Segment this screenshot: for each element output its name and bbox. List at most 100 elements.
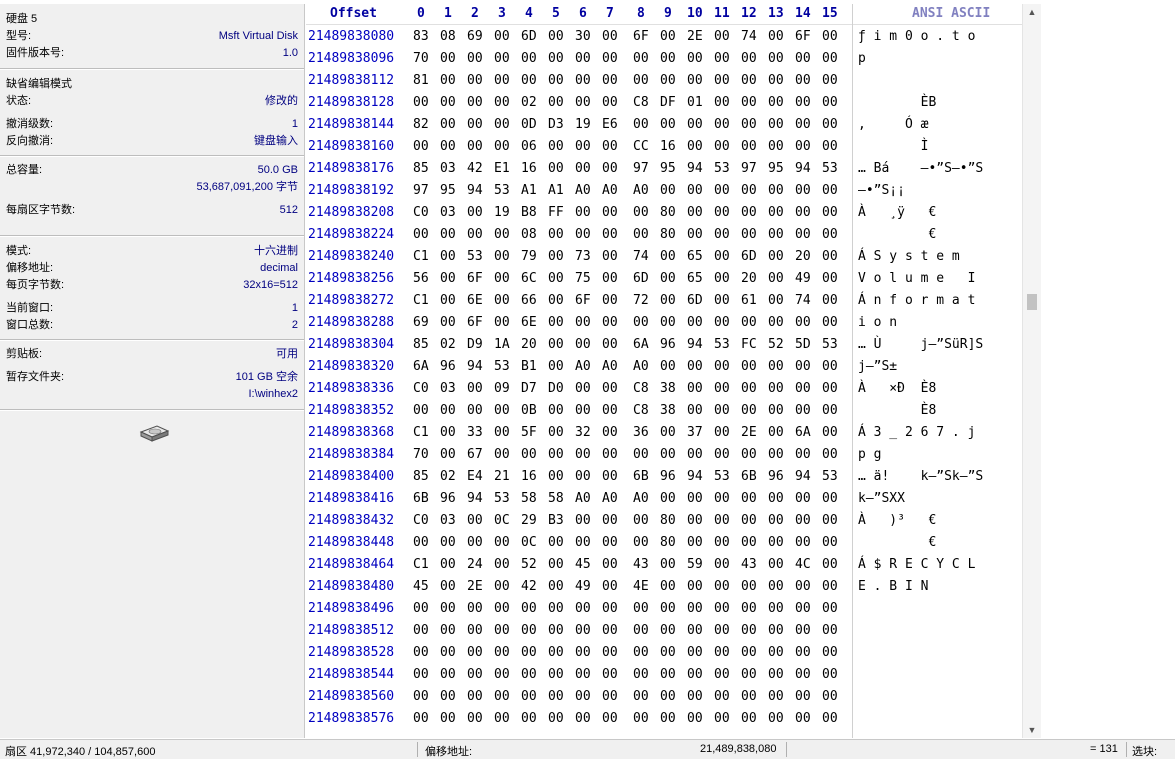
hex-byte[interactable]: 94: [687, 466, 703, 488]
hex-byte[interactable]: 00: [602, 26, 618, 48]
hex-byte[interactable]: 00: [548, 26, 564, 48]
hex-byte[interactable]: 2E: [687, 26, 703, 48]
hex-byte[interactable]: 00: [440, 576, 456, 598]
hex-byte[interactable]: 00: [714, 378, 730, 400]
hex-byte[interactable]: 00: [741, 180, 757, 202]
hex-byte[interactable]: E4: [467, 466, 483, 488]
hex-byte[interactable]: 00: [633, 686, 649, 708]
hex-byte[interactable]: 00: [633, 664, 649, 686]
hex-byte[interactable]: B3: [548, 510, 564, 532]
ascii-text[interactable]: Á n f o r m a t: [858, 290, 975, 312]
hex-byte[interactable]: 85: [413, 466, 429, 488]
hex-byte[interactable]: 6D: [687, 290, 703, 312]
hex-byte[interactable]: 00: [768, 422, 784, 444]
hex-byte[interactable]: 00: [602, 554, 618, 576]
hex-byte[interactable]: 00: [602, 576, 618, 598]
hex-byte[interactable]: 1A: [494, 334, 510, 356]
hex-byte[interactable]: 00: [467, 92, 483, 114]
ascii-text[interactable]: À ×Ð È8: [858, 378, 936, 400]
hex-byte[interactable]: 00: [602, 620, 618, 642]
hex-byte[interactable]: 00: [795, 642, 811, 664]
hex-byte[interactable]: E6: [602, 114, 618, 136]
hex-byte[interactable]: 03: [440, 510, 456, 532]
hex-byte[interactable]: 00: [494, 400, 510, 422]
hex-byte[interactable]: 00: [768, 400, 784, 422]
hex-byte[interactable]: 00: [795, 202, 811, 224]
hex-byte[interactable]: 56: [413, 268, 429, 290]
hex-byte[interactable]: 03: [440, 202, 456, 224]
hex-byte[interactable]: 65: [687, 268, 703, 290]
hex-byte[interactable]: 00: [494, 114, 510, 136]
hex-byte[interactable]: 00: [768, 290, 784, 312]
hex-byte[interactable]: 03: [440, 158, 456, 180]
hex-byte[interactable]: 00: [768, 620, 784, 642]
hex-byte[interactable]: 00: [467, 400, 483, 422]
hex-byte[interactable]: 00: [602, 510, 618, 532]
hex-byte[interactable]: 00: [440, 224, 456, 246]
hex-byte[interactable]: 38: [660, 378, 676, 400]
ascii-text[interactable]: k–”SXX: [858, 488, 905, 510]
hex-byte[interactable]: 21: [494, 466, 510, 488]
hex-byte[interactable]: 00: [440, 48, 456, 70]
hex-byte[interactable]: 73: [575, 246, 591, 268]
hex-byte[interactable]: 00: [521, 598, 537, 620]
hex-byte[interactable]: 70: [413, 48, 429, 70]
hex-byte[interactable]: 00: [440, 290, 456, 312]
hex-byte[interactable]: 00: [413, 224, 429, 246]
hex-row[interactable]: 21489838288 69 00 6F 00 6E 00 00 00 00 00 00 00 00 00 0…: [306, 312, 1022, 334]
hex-byte[interactable]: 6F: [467, 268, 483, 290]
hex-byte[interactable]: 97: [741, 158, 757, 180]
hex-byte[interactable]: 80: [660, 510, 676, 532]
hex-byte[interactable]: 00: [548, 686, 564, 708]
hex-byte[interactable]: 74: [795, 290, 811, 312]
hex-byte[interactable]: 53: [822, 158, 838, 180]
hex-byte[interactable]: 00: [440, 246, 456, 268]
hex-byte[interactable]: 00: [494, 642, 510, 664]
hex-byte[interactable]: 00: [575, 642, 591, 664]
hex-byte[interactable]: 00: [822, 268, 838, 290]
hex-byte[interactable]: 00: [741, 444, 757, 466]
hex-byte[interactable]: 00: [687, 444, 703, 466]
hex-byte[interactable]: 00: [575, 224, 591, 246]
hex-byte[interactable]: 20: [521, 334, 537, 356]
hex-byte[interactable]: 00: [548, 268, 564, 290]
hex-byte[interactable]: 00: [687, 708, 703, 730]
hex-byte[interactable]: 00: [440, 136, 456, 158]
hex-byte[interactable]: 00: [660, 114, 676, 136]
hex-byte[interactable]: 00: [602, 444, 618, 466]
hex-byte[interactable]: 00: [602, 532, 618, 554]
hex-byte[interactable]: 00: [548, 554, 564, 576]
hex-byte[interactable]: 00: [633, 598, 649, 620]
hex-byte[interactable]: 0C: [494, 510, 510, 532]
hex-byte[interactable]: 6F: [795, 26, 811, 48]
hex-byte[interactable]: 00: [768, 48, 784, 70]
hex-byte[interactable]: 58: [548, 488, 564, 510]
hex-byte[interactable]: 00: [822, 532, 838, 554]
hex-byte[interactable]: 5F: [521, 422, 537, 444]
hex-byte[interactable]: 00: [741, 532, 757, 554]
hex-byte[interactable]: 00: [660, 642, 676, 664]
hex-byte[interactable]: 00: [660, 312, 676, 334]
hex-byte[interactable]: 42: [521, 576, 537, 598]
hex-byte[interactable]: 43: [633, 554, 649, 576]
hex-byte[interactable]: 97: [413, 180, 429, 202]
hex-byte[interactable]: 00: [548, 444, 564, 466]
hex-byte[interactable]: 00: [548, 158, 564, 180]
hex-byte[interactable]: 02: [521, 92, 537, 114]
hex-byte[interactable]: 00: [741, 136, 757, 158]
hex-byte[interactable]: 5D: [795, 334, 811, 356]
hex-byte[interactable]: 00: [494, 246, 510, 268]
hex-byte[interactable]: 2E: [467, 576, 483, 598]
hex-byte[interactable]: 00: [714, 708, 730, 730]
hex-byte[interactable]: 00: [687, 510, 703, 532]
hex-row[interactable]: 21489838576 00 00 00 00 00 00 00 00 00 00 00 00 00 00 0…: [306, 708, 1022, 730]
hex-byte[interactable]: 00: [440, 686, 456, 708]
hex-byte[interactable]: 16: [660, 136, 676, 158]
hex-byte[interactable]: 00: [822, 576, 838, 598]
hex-byte[interactable]: 00: [602, 400, 618, 422]
hex-byte[interactable]: 00: [822, 290, 838, 312]
hex-byte[interactable]: 00: [822, 422, 838, 444]
hex-row[interactable]: 21489838416 6B 96 94 53 58 58 A0 A0 A0 00 00 00 00 00 0…: [306, 488, 1022, 510]
hex-byte[interactable]: 00: [768, 686, 784, 708]
hex-byte[interactable]: 00: [687, 378, 703, 400]
